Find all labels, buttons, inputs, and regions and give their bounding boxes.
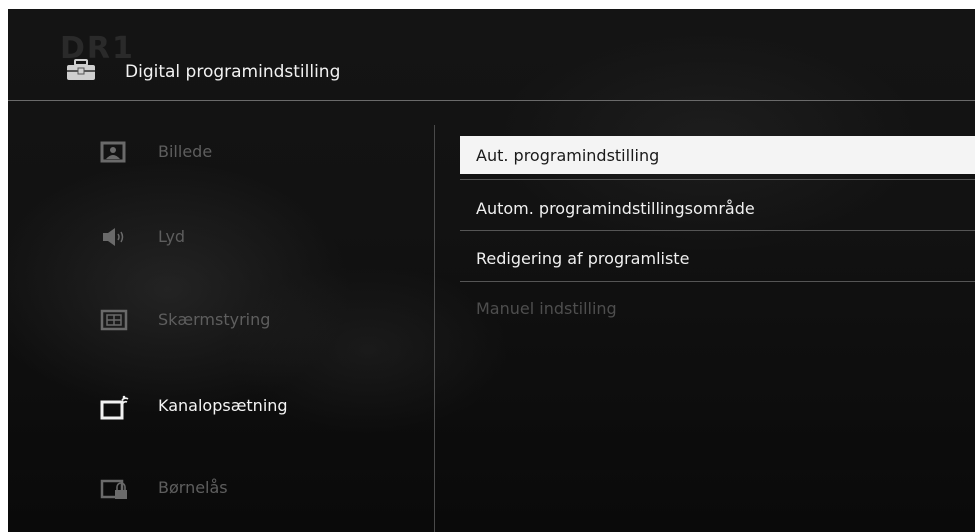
channel-setup-icon — [100, 394, 130, 420]
header-divider — [8, 100, 975, 101]
speaker-icon — [100, 225, 130, 249]
option-autom-programindstillingsomraade[interactable]: Autom. programindstillingsområde — [460, 189, 975, 227]
category-label: Billede — [158, 142, 213, 161]
option-label: Manuel indstilling — [476, 299, 617, 318]
menu-header: Digital programindstilling — [8, 9, 975, 101]
option-label: Autom. programindstillingsområde — [476, 199, 755, 218]
page-title: Digital programindstilling — [125, 62, 341, 82]
option-redigering-af-programliste[interactable]: Redigering af programliste — [460, 239, 975, 277]
toolbox-icon — [66, 59, 96, 81]
category-label: Kanalopsætning — [158, 396, 288, 415]
tv-screen: DR1 Digital programindstilling Billede L… — [8, 9, 975, 532]
option-divider — [460, 179, 975, 180]
option-label: Aut. programindstilling — [476, 146, 660, 165]
option-manuel-indstilling: Manuel indstilling — [460, 289, 975, 327]
picture-icon — [100, 140, 130, 164]
option-divider — [460, 230, 975, 231]
option-aut-programindstilling[interactable]: Aut. programindstilling — [460, 136, 975, 174]
option-divider — [460, 281, 975, 282]
column-divider — [434, 125, 435, 532]
category-label: Børnelås — [158, 478, 228, 497]
category-label: Skærmstyring — [158, 310, 271, 329]
screen-control-icon — [100, 308, 130, 332]
parental-lock-icon — [100, 476, 130, 500]
option-label: Redigering af programliste — [476, 249, 690, 268]
category-label: Lyd — [158, 227, 186, 246]
